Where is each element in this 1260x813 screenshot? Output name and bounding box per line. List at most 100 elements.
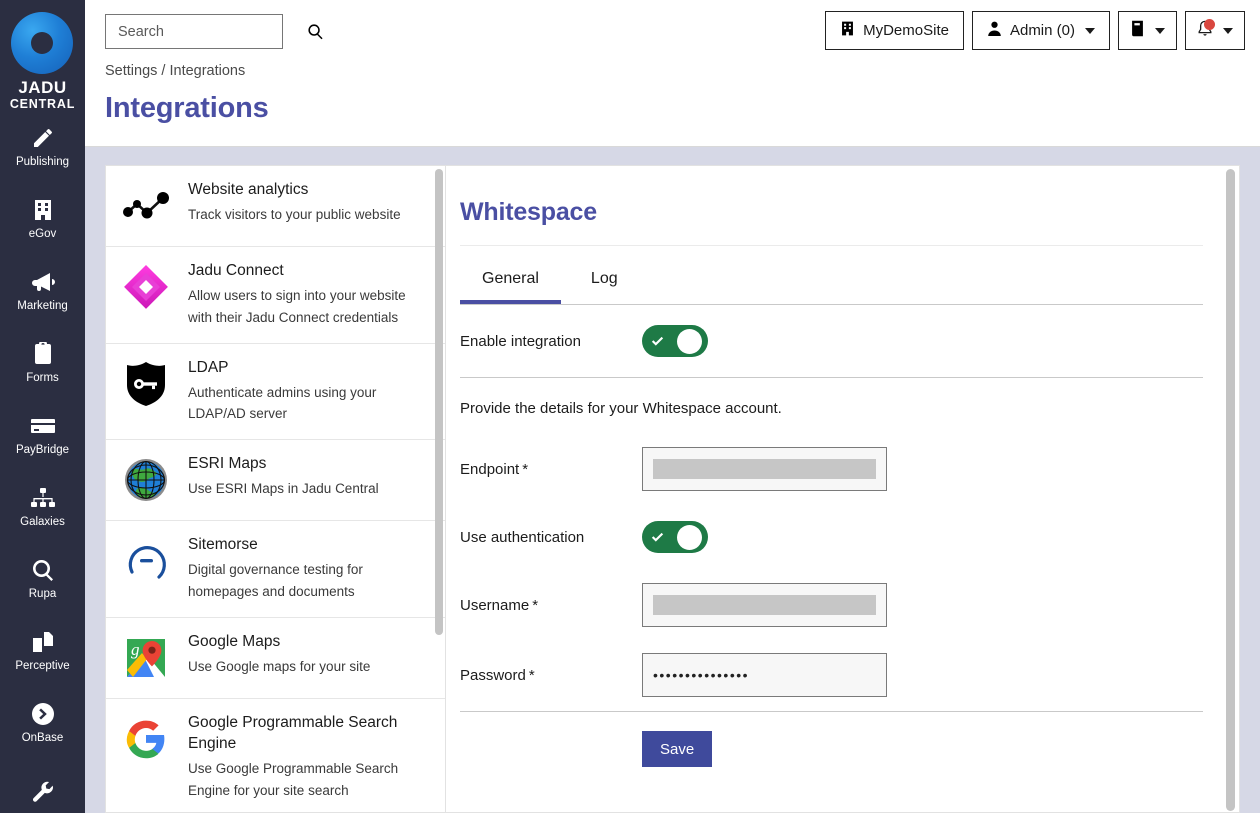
sidebar-label: OnBase: [21, 732, 64, 744]
sidebar-label: Perceptive: [15, 660, 70, 672]
integration-detail-panel: Whitespace General Log Enable integratio…: [445, 165, 1240, 813]
app-logo[interactable]: JADU CENTRAL: [10, 12, 75, 111]
site-selector-label: MyDemoSite: [863, 22, 949, 39]
list-item-title: Jadu Connect: [188, 262, 284, 279]
notification-badge: [1204, 19, 1215, 30]
sidebar-label: Marketing: [17, 300, 68, 312]
list-item-google-programmable-search[interactable]: Google Programmable Search Engine Use Go…: [106, 699, 445, 812]
enable-divider: [460, 377, 1203, 378]
sidebar-item-galaxies[interactable]: Galaxies: [0, 471, 85, 543]
password-label: Password *: [460, 667, 642, 684]
book-menu-button[interactable]: [1118, 11, 1177, 50]
sidebar-item-marketing[interactable]: Marketing: [0, 255, 85, 327]
list-item-website-analytics[interactable]: Website analytics Track visitors to your…: [106, 166, 445, 247]
pencil-icon: [31, 125, 55, 151]
sidebar-item-forms[interactable]: Forms: [0, 327, 85, 399]
integrations-list: Website analytics Track visitors to your…: [106, 166, 445, 812]
search-box[interactable]: [105, 14, 323, 49]
sidebar-label: Publishing: [15, 156, 70, 168]
password-field[interactable]: •••••••••••••••: [642, 653, 887, 697]
list-item-google-maps[interactable]: g Google Maps Use Google maps for your s…: [106, 618, 445, 699]
save-button[interactable]: Save: [642, 731, 713, 767]
required-marker: *: [522, 460, 529, 478]
title-divider: [460, 245, 1203, 246]
endpoint-field[interactable]: [642, 447, 887, 491]
sidebar-item-egov[interactable]: eGov: [0, 183, 85, 255]
notifications-button[interactable]: [1185, 11, 1245, 50]
password-value: •••••••••••••••: [653, 667, 750, 683]
credit-card-icon: [30, 413, 56, 439]
sitemap-icon: [30, 485, 56, 511]
use-authentication-label: Use authentication: [460, 528, 585, 546]
row-endpoint: Endpoint *: [460, 435, 1203, 503]
detail-title: Whitespace: [460, 198, 597, 226]
endpoint-label: Endpoint *: [460, 461, 642, 478]
sidebar-item-perceptive[interactable]: Perceptive: [0, 615, 85, 687]
list-item-title: Website analytics: [188, 181, 309, 198]
endpoint-label-text: Endpoint: [460, 460, 520, 478]
list-scrollbar-thumb[interactable]: [435, 169, 443, 635]
toggle-knob: [677, 524, 702, 550]
enable-integration-toggle[interactable]: [642, 325, 708, 357]
breadcrumb[interactable]: Settings / Integrations: [105, 63, 245, 79]
sidebar-label: Forms: [26, 372, 59, 384]
list-item-ldap[interactable]: LDAP Authenticate admins using your LDAP…: [106, 344, 445, 441]
list-item-esri-maps[interactable]: ESRI Maps Use ESRI Maps in Jadu Central: [106, 440, 445, 522]
use-authentication-toggle[interactable]: [642, 521, 708, 553]
sidebar-label: PayBridge: [15, 444, 70, 456]
search-input[interactable]: [116, 22, 307, 41]
list-item-jadu-connect[interactable]: Jadu Connect Allow users to sign into yo…: [106, 247, 445, 344]
check-icon: [650, 530, 665, 545]
jadu-connect-diamond-icon: [118, 261, 174, 313]
building-icon: [32, 197, 54, 223]
list-item-desc: Use Google maps for your site: [188, 658, 371, 674]
sidebar-item-publishing[interactable]: Publishing: [0, 111, 85, 183]
list-item-title: Google Programmable Search Engine: [188, 713, 398, 752]
analytics-nodes-icon: [118, 180, 174, 232]
clipboard-check-icon: [33, 341, 53, 367]
toggle-knob: [677, 328, 702, 354]
sidebar-item-onbase[interactable]: OnBase: [0, 687, 85, 759]
enable-integration-label: Enable integration: [460, 332, 581, 350]
redaction-bar: [653, 459, 876, 479]
list-item-desc: Use ESRI Maps in Jadu Central: [188, 481, 379, 497]
admin-menu-button[interactable]: Admin (0): [971, 11, 1110, 50]
documents-icon: [31, 629, 55, 655]
integrations-body: Website analytics Track visitors to your…: [85, 147, 1260, 813]
list-item-sitemorse[interactable]: Sitemorse Digital governance testing for…: [106, 521, 445, 618]
chevron-down-icon: [1085, 27, 1095, 34]
chevron-down-icon: [1223, 27, 1233, 34]
sidebar-item-tools[interactable]: [0, 759, 85, 813]
required-marker: *: [528, 666, 535, 684]
required-marker: *: [532, 596, 539, 614]
row-enable-integration: Enable integration: [460, 305, 1203, 377]
list-item-title: Sitemorse: [188, 536, 258, 554]
username-field[interactable]: [642, 583, 887, 627]
sidebar-item-paybridge[interactable]: PayBridge: [0, 399, 85, 471]
sidebar-item-rupa[interactable]: Rupa: [0, 543, 85, 615]
list-item-desc: Allow users to sign into your website wi…: [188, 287, 406, 325]
page-header: MyDemoSite Admin (0): [85, 0, 1260, 147]
integration-detail-inner: Whitespace General Log Enable integratio…: [446, 166, 1239, 812]
user-icon: [987, 20, 1002, 41]
primary-nav-rail: JADU CENTRAL Publishing eGov Marketing F…: [0, 0, 85, 813]
list-item-title: Google Maps: [188, 632, 281, 650]
search-icon[interactable]: [307, 23, 324, 40]
sidebar-label: Galaxies: [20, 516, 65, 528]
tab-log[interactable]: Log: [569, 260, 640, 304]
jadu-ring-logo: [11, 12, 74, 74]
list-item-desc: Authenticate admins using your LDAP/AD s…: [188, 384, 377, 422]
page-title: Integrations: [105, 92, 269, 124]
list-item-desc: Digital governance testing for homepages…: [188, 562, 363, 600]
shield-key-icon: [118, 358, 174, 410]
google-maps-pin-icon: g: [118, 632, 174, 684]
logo-line2: CENTRAL: [9, 97, 76, 111]
tab-general[interactable]: General: [460, 260, 561, 304]
row-password: Password * •••••••••••••••: [460, 639, 1203, 711]
site-selector-button[interactable]: MyDemoSite: [825, 11, 964, 50]
admin-menu-label: Admin (0): [1009, 22, 1075, 39]
detail-tabs: General Log: [460, 260, 1203, 304]
detail-scrollbar-thumb[interactable]: [1226, 169, 1235, 811]
row-username: Username *: [460, 571, 1203, 639]
username-label-text: Username: [460, 596, 530, 614]
